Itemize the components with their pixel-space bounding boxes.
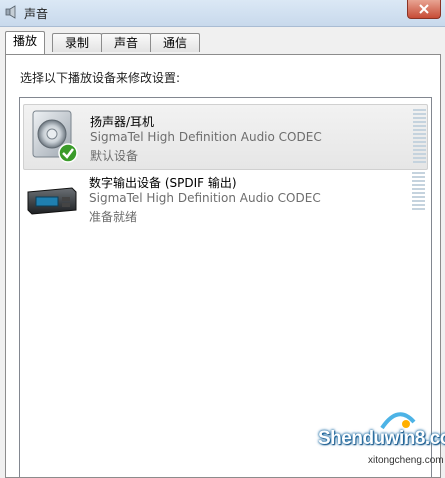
window-title: 声音: [24, 7, 49, 21]
tab-playback[interactable]: 播放: [5, 31, 45, 54]
volume-level-meter: [413, 109, 426, 165]
device-description: SigmaTel High Definition Audio CODEC: [90, 130, 322, 144]
watermark: Shenduwin8.com xitongcheng.com: [318, 408, 445, 474]
close-icon: [419, 4, 429, 14]
watermark-subtext: xitongcheng.com: [368, 455, 444, 466]
tab-communications[interactable]: 通信: [150, 33, 200, 52]
watermark-text: Shenduwin8.com: [318, 428, 445, 449]
title-bar[interactable]: 声音: [0, 0, 445, 27]
device-name: 扬声器/耳机: [90, 115, 155, 129]
speaker-app-icon: [5, 5, 16, 19]
device-status: 默认设备: [90, 149, 139, 163]
device-description: SigmaTel High Definition Audio CODEC: [89, 191, 321, 205]
device-status: 准备就绪: [89, 210, 138, 224]
digital-output-icon: [27, 187, 77, 215]
volume-level-meter: [412, 172, 425, 212]
tab-recording[interactable]: 录制: [52, 33, 102, 52]
tab-sounds[interactable]: 声音: [101, 33, 151, 52]
instruction-text: 选择以下播放设备来修改设置:: [20, 71, 181, 85]
device-item-speakers[interactable]: 扬声器/耳机 SigmaTel High Definition Audio CO…: [23, 104, 428, 170]
close-button[interactable]: [407, 0, 441, 19]
device-name: 数字输出设备 (SPDIF 输出): [89, 176, 237, 190]
check-icon: [58, 143, 78, 163]
device-item-spdif[interactable]: 数字输出设备 (SPDIF 输出) SigmaTel High Definiti…: [23, 170, 428, 236]
